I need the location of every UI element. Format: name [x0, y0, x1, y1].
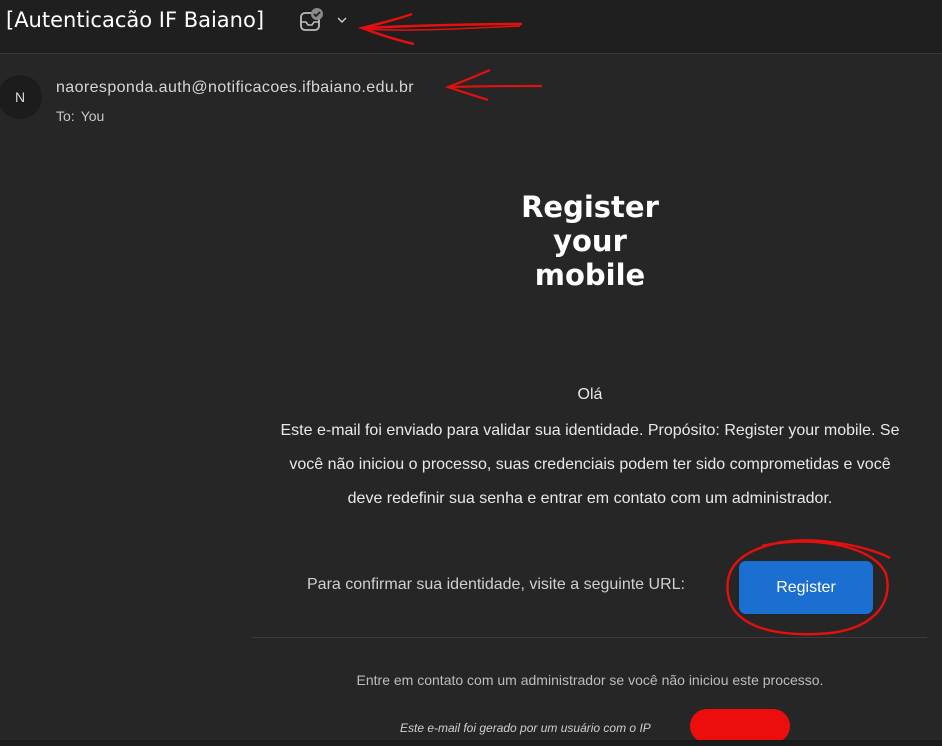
footer-note: Entre em contato com um administrador se… — [356, 672, 824, 688]
chevron-down-icon[interactable] — [334, 12, 350, 28]
recipient-name[interactable]: You — [81, 108, 105, 124]
to-label: To: — [56, 108, 75, 124]
confirm-instruction: Para confirmar sua identidade, visite a … — [307, 576, 685, 593]
avatar[interactable]: N — [0, 75, 42, 119]
greeting: Olá — [577, 386, 603, 403]
sender-email[interactable]: naoresponda.auth@notificacoes.ifbaiano.e… — [56, 79, 414, 97]
title-line: mobile — [534, 258, 646, 292]
email-subject: [Autenticacão IF Baiano] — [6, 8, 265, 32]
redaction-mark — [690, 709, 790, 743]
bottom-strip — [0, 740, 942, 746]
divider — [252, 637, 927, 638]
email-reader: [Autenticacão IF Baiano] N naoresponda.a… — [0, 0, 942, 746]
message-header: [Autenticacão IF Baiano] — [0, 0, 942, 54]
register-button[interactable]: Register — [739, 561, 873, 614]
title-line: your — [553, 224, 627, 258]
recipient-line: To: You — [56, 108, 104, 124]
message-body: Este e-mail foi enviado para validar sua… — [280, 422, 900, 507]
mail-check-icon[interactable] — [298, 7, 326, 35]
sender-bar — [0, 54, 942, 142]
title-line: Register — [521, 190, 659, 224]
message-title: Register your mobile — [490, 190, 690, 292]
ip-notice: Este e-mail foi gerado por um usuário co… — [400, 721, 651, 735]
